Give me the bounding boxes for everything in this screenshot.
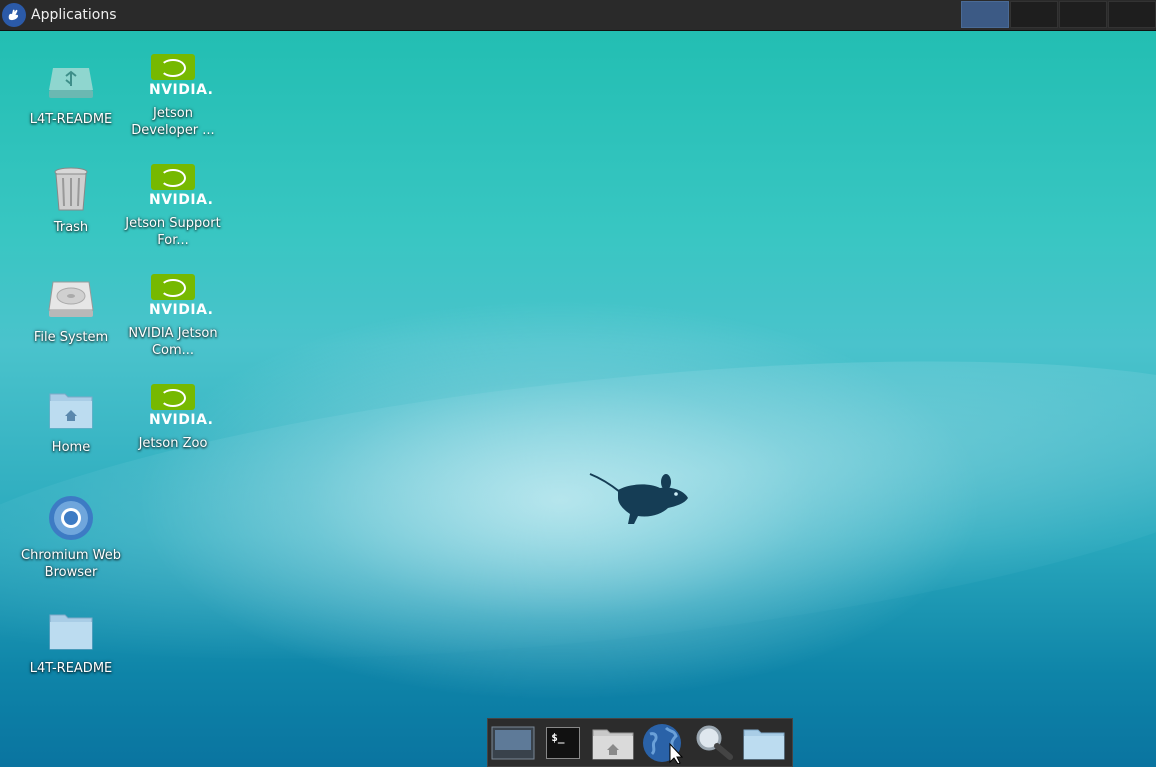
top-panel: Applications — [0, 0, 1156, 31]
desktop-icon-l4t-readme-drive[interactable]: L4T-README — [21, 58, 121, 128]
icon-label: Jetson Support For... — [125, 216, 221, 248]
xfce-logo-icon — [2, 3, 26, 27]
dock-app-finder[interactable] — [692, 722, 736, 764]
icon-label: File System — [33, 330, 109, 345]
chromium-icon — [47, 494, 95, 542]
nvidia-logo-icon: NVIDIA. — [149, 274, 213, 320]
desktop-icon-chromium[interactable]: Chromium Web Browser — [21, 494, 121, 581]
dock-folder[interactable] — [742, 722, 786, 764]
home-folder-icon — [47, 386, 95, 434]
desktop-icon-jetson-zoo[interactable]: NVIDIA. Jetson Zoo — [123, 384, 223, 452]
desktop-icon — [491, 726, 535, 759]
desktop-icon-l4t-readme-folder[interactable]: L4T-README — [21, 607, 121, 677]
magnifier-icon — [696, 725, 733, 760]
terminal-icon: $_ — [546, 726, 581, 759]
desktop-icon-trash[interactable]: Trash — [21, 166, 121, 236]
folder-icon — [47, 607, 95, 655]
workspace-1[interactable] — [961, 1, 1009, 28]
globe-icon — [642, 723, 683, 764]
icon-label: NVIDIA Jetson Com... — [128, 326, 218, 358]
bottom-dock: $_ — [487, 718, 793, 767]
icon-label: Jetson Developer ... — [131, 106, 215, 138]
dock-web-browser[interactable] — [642, 722, 686, 764]
desktop-icon-home[interactable]: Home — [21, 386, 121, 456]
hard-drive-icon — [47, 276, 95, 324]
dock-terminal[interactable]: $_ — [541, 722, 585, 764]
applications-menu-label: Applications — [31, 7, 117, 23]
dock-file-manager[interactable] — [591, 722, 635, 764]
desktop-icon-nvidia-jetson-community[interactable]: NVIDIA. NVIDIA Jetson Com... — [123, 274, 223, 359]
wallpaper-swoosh — [0, 307, 1156, 713]
usb-drive-icon — [47, 58, 95, 106]
nvidia-logo-icon: NVIDIA. — [149, 54, 213, 100]
workspace-switcher — [960, 1, 1156, 28]
desktop-icon-file-system[interactable]: File System — [21, 276, 121, 346]
icon-label: Trash — [53, 220, 89, 235]
trash-icon — [47, 166, 95, 214]
icon-label: L4T-README — [29, 112, 113, 127]
workspace-4[interactable] — [1108, 1, 1156, 28]
desktop-icon-jetson-support[interactable]: NVIDIA. Jetson Support For... — [123, 164, 223, 249]
applications-menu-button[interactable]: Applications — [2, 2, 117, 28]
home-folder-icon — [592, 729, 634, 759]
workspace-3[interactable] — [1059, 1, 1107, 28]
icon-label: L4T-README — [29, 661, 113, 676]
nvidia-logo-icon: NVIDIA. — [149, 384, 213, 430]
desktop-icon-jetson-developer[interactable]: NVIDIA. Jetson Developer ... — [123, 54, 223, 139]
xfce-mouse-logo-icon — [588, 470, 692, 530]
workspace-2[interactable] — [1010, 1, 1058, 28]
nvidia-logo-icon: NVIDIA. — [149, 164, 213, 210]
dock-show-desktop[interactable] — [491, 722, 535, 764]
icon-label: Jetson Zoo — [138, 436, 208, 451]
folder-icon — [743, 729, 785, 759]
icon-label: Chromium Web Browser — [21, 548, 121, 580]
icon-label: Home — [51, 440, 91, 455]
